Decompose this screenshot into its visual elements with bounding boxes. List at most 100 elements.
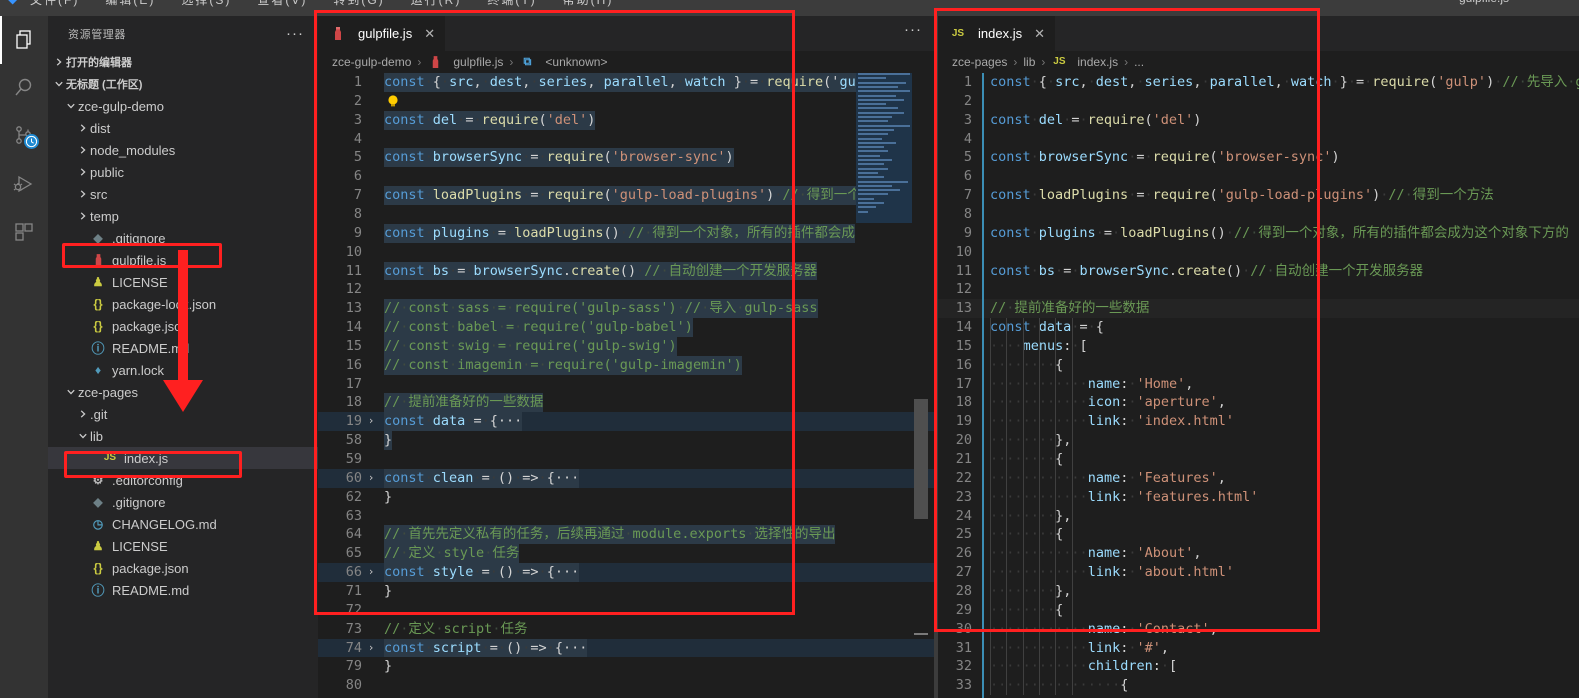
code-line[interactable]: 13 //·const·sass·=·require('gulp-sass')·/… [318, 299, 934, 319]
code-line[interactable]: 58} [318, 431, 934, 450]
tabbar-index[interactable]: JS index.js ✕ [938, 16, 1579, 51]
code-line[interactable]: 9 const·plugins·=·loadPlugins()·//·得到一个对象… [318, 223, 934, 243]
close-icon[interactable]: ✕ [1034, 26, 1045, 42]
tree-file-package.json[interactable]: {} package.json [48, 557, 318, 579]
code-editor-index[interactable]: 1 const·{·src,·dest,·series,·parallel,·wa… [938, 73, 1579, 698]
tab-index-js[interactable]: JS index.js ✕ [938, 16, 1056, 51]
code-line[interactable]: 3 const·del·=·require('del') [938, 111, 1579, 130]
chevron-right-icon[interactable] [76, 409, 90, 419]
tree-folder-temp[interactable]: temp [48, 205, 318, 227]
breadcrumb-item-0[interactable]: zce-gulp-demo [332, 55, 411, 69]
breadcrumb-item-2[interactable]: index.js [1077, 55, 1118, 69]
activity-bar[interactable] [0, 16, 48, 698]
activity-explorer[interactable] [0, 16, 48, 64]
code-line[interactable]: 20 ········}, [938, 431, 1579, 450]
activity-run-debug[interactable] [0, 160, 48, 208]
chevron-right-icon[interactable] [76, 123, 90, 133]
breadcrumb-item-3[interactable]: ... [1134, 55, 1144, 69]
code-line[interactable]: 18 //·提前准备好的一些数据 [318, 393, 934, 413]
explorer-sidebar[interactable]: 资源管理器 ··· 打开的编辑器 无标题 (工作区) zce-gulp-demo di… [48, 16, 318, 698]
code-line[interactable]: 11 const·bs·=·browserSync.create()·//·自动创… [938, 262, 1579, 281]
tree-folder-.git[interactable]: .git [48, 403, 318, 425]
menu-item-5[interactable]: 运行(R) [411, 0, 462, 7]
code-line[interactable]: 6 [318, 167, 934, 186]
tree-file-LICENSE[interactable]: ♟ LICENSE [48, 271, 318, 293]
tree-file-.gitignore[interactable]: ◆ .gitignore [48, 227, 318, 249]
fold-chevron-icon[interactable]: › [364, 412, 378, 431]
code-line[interactable]: 19 ············link:·'index.html' [938, 412, 1579, 431]
code-line[interactable]: 8 [938, 205, 1579, 224]
breadcrumb-item-1[interactable]: lib [1023, 55, 1035, 69]
scrollbar-thumb[interactable] [914, 399, 928, 519]
code-line[interactable]: 17 ············name:·'Home', [938, 375, 1579, 394]
code-line[interactable]: 19 › const·data·=·{··· [318, 412, 934, 432]
tree-file-package-lock.json[interactable]: {} package-lock.json [48, 293, 318, 315]
code-line[interactable]: 7 const·loadPlugins·=·require('gulp-load-… [938, 186, 1579, 205]
code-line[interactable]: 16 ········{ [938, 356, 1579, 375]
code-editor-gulpfile[interactable]: 1 const·{·src,·dest,·series,·parallel,·wa… [318, 73, 934, 698]
code-line[interactable]: 12 [318, 280, 934, 299]
fold-chevron-icon[interactable]: › [364, 639, 378, 658]
menu-item-0[interactable]: 文件(F) [30, 0, 79, 7]
tree-folder-zce-gulp-demo[interactable]: zce-gulp-demo [48, 95, 318, 117]
chevron-down-icon[interactable] [64, 101, 78, 111]
code-line[interactable]: 7 const·loadPlugins·=·require('gulp-load-… [318, 186, 934, 205]
tree-file-CHANGELOG.md[interactable]: ◷ CHANGELOG.md [48, 513, 318, 535]
quick-fix-lightbulb-icon[interactable] [386, 94, 400, 108]
code-line[interactable]: 2 [318, 92, 934, 111]
code-line[interactable]: 63 [318, 507, 934, 526]
close-icon[interactable]: ✕ [424, 26, 435, 42]
code-line[interactable]: 12 [938, 280, 1579, 299]
code-line[interactable]: 3 const·del·=·require('del') [318, 110, 934, 130]
code-line[interactable]: 74 › const·script·=·()·=>·{··· [318, 638, 934, 658]
breadcrumb-item-2[interactable]: <unknown> [545, 55, 607, 69]
code-line[interactable]: 27 ············link:·'about.html' [938, 563, 1579, 582]
breadcrumb-item-0[interactable]: zce-pages [952, 55, 1007, 69]
code-line[interactable]: 30 ············name:·'Contact', [938, 620, 1579, 639]
tree-file-README.md[interactable]: ⓘ README.md [48, 337, 318, 359]
chevron-right-icon[interactable] [76, 189, 90, 199]
code-line[interactable]: 15 //·const·swig·=·require('gulp-swig') [318, 336, 934, 356]
explorer-more-actions-button[interactable]: ··· [286, 26, 304, 41]
code-line[interactable]: 24 ········}, [938, 507, 1579, 526]
menu-bar[interactable]: 文件(F) 编辑(E) 选择(S) 查看(V) 转到(G) 运行(R) 终端(T) 帮助(H) [30, 0, 639, 8]
tree-folder-zce-pages[interactable]: zce-pages [48, 381, 318, 403]
code-line[interactable]: 62} [318, 488, 934, 507]
code-line[interactable]: 1 const·{·src,·dest,·series,·parallel,·wa… [318, 73, 934, 92]
code-line[interactable]: 31 ············link:·'#', [938, 639, 1579, 658]
code-line[interactable]: 9 const·plugins·=·loadPlugins()·//·得到一个对象… [938, 224, 1579, 243]
tree-file-.gitignore[interactable]: ◆ .gitignore [48, 491, 318, 513]
code-line[interactable]: 18 ············icon:·'aperture', [938, 393, 1579, 412]
code-line[interactable]: 11 const·bs·=·browserSync.create()·//·自动创… [318, 261, 934, 281]
code-line[interactable]: 5 const·browserSync·=·require('browser-sy… [938, 148, 1579, 167]
activity-source-control[interactable] [0, 112, 48, 160]
menu-item-2[interactable]: 选择(S) [181, 0, 231, 7]
breadcrumb-item-1[interactable]: gulpfile.js [453, 55, 503, 69]
code-line[interactable]: 29 ········{ [938, 601, 1579, 620]
tree-folder-public[interactable]: public [48, 161, 318, 183]
code-line[interactable]: 65 //·定义·style·任务 [318, 544, 934, 564]
code-line[interactable]: 14 //·const·babel·=·require('gulp-babel') [318, 318, 934, 337]
explorer-tree[interactable]: 打开的编辑器 无标题 (工作区) zce-gulp-demo dist node_mod… [48, 51, 318, 601]
tree-file-yarn.lock[interactable]: ♦ yarn.lock [48, 359, 318, 381]
code-line[interactable]: 16 //·const·imagemin·=·require('gulp-imag… [318, 355, 934, 375]
code-line[interactable]: 5 const·browserSync·=·require('browser-sy… [318, 148, 934, 168]
tab-gulpfile-js[interactable]: gulpfile.js ✕ [318, 16, 447, 51]
tree-folder-dist[interactable]: dist [48, 117, 318, 139]
tree-file-LICENSE[interactable]: ♟ LICENSE [48, 535, 318, 557]
code-line[interactable]: 13 //·提前准备好的一些数据 [938, 299, 1579, 319]
chevron-right-icon[interactable] [76, 167, 90, 177]
code-line[interactable]: 72 [318, 601, 934, 620]
code-line[interactable]: 33 ················{ [938, 676, 1579, 695]
code-line[interactable]: 21 ········{ [938, 450, 1579, 469]
code-line[interactable]: 66 › const·style·=·()·=>·{··· [318, 563, 934, 582]
breadcrumb-index[interactable]: zce-pages › lib › JS index.js › ... [938, 51, 1579, 73]
editor-group-index[interactable]: JS index.js ✕ zce-pages › lib › JS index… [938, 16, 1579, 698]
code-line[interactable]: 23 ············link:·'features.html' [938, 488, 1579, 507]
tabbar-gulpfile[interactable]: gulpfile.js ✕ ··· [318, 16, 934, 51]
code-line[interactable]: 14const·data·=·{ [938, 318, 1579, 337]
fold-chevron-icon[interactable]: › [364, 469, 378, 488]
code-line[interactable]: 60 › const·clean·=·()·=>·{··· [318, 468, 934, 488]
code-line[interactable]: 71} [318, 582, 934, 601]
tree-folder-lib[interactable]: lib [48, 425, 318, 447]
